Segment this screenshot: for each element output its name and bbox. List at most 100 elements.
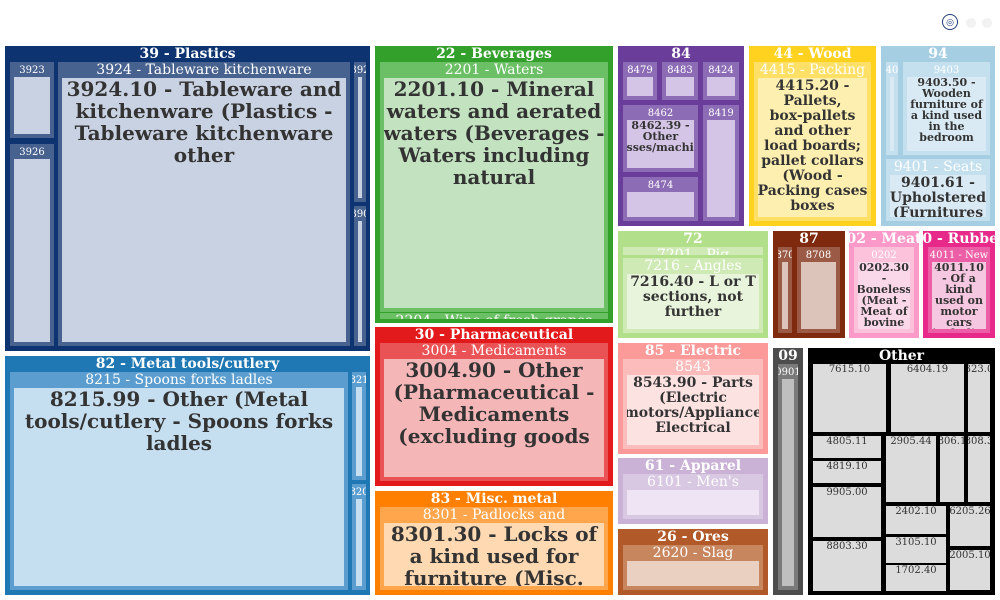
treemap-cell[interactable]: 7615.10 [813, 364, 886, 432]
treemap-cell-label: 6205.26 [949, 506, 990, 517]
treemap-leaf-rect[interactable] [666, 77, 694, 96]
treemap-cell-label: 4805.11 [826, 436, 867, 447]
treemap-cell[interactable]: 40 [886, 62, 899, 155]
treemap-cell[interactable]: 6101 - Men's [623, 474, 763, 519]
treemap-cell-label: 1702.40 [895, 565, 936, 576]
treemap-leaf-rect[interactable] [356, 499, 362, 586]
treemap-group[interactable]: 85 - Electric85438543.90 - Parts (Electri… [618, 343, 768, 454]
treemap-cell-label: 7615.10 [829, 364, 870, 375]
treemap-leaf-rect[interactable] [356, 387, 362, 476]
treemap-leaf-rect[interactable] [801, 262, 836, 329]
treemap-leaf-rect[interactable] [782, 262, 788, 329]
treemap-cell[interactable]: 4805.11 [813, 436, 881, 458]
treemap-cell[interactable]: 820 [349, 484, 368, 590]
treemap-cell-label: 806.1 [938, 436, 967, 447]
treemap-cell[interactable]: 9905.00 [813, 487, 881, 537]
treemap-group[interactable]: 09 0901 [773, 348, 803, 595]
treemap-cell-label: 323.0 [965, 364, 994, 375]
treemap-cell-label: 6101 - Men's [647, 474, 739, 490]
treemap-group[interactable]: 39 - Plastics 3923 3924 - Tableware kitche… [5, 46, 370, 351]
treemap-cell[interactable]: 4011 - New4011.10- Of a kind used on motor c… [927, 247, 991, 340]
treemap-cell[interactable]: 8474 [623, 177, 698, 221]
treemap-cell[interactable]: 8215 - Spoons forks ladles8215.99 - Othe… [10, 372, 348, 590]
treemap-cell[interactable]: 323.0 [965, 364, 994, 432]
treemap-group-label: 84 [671, 46, 691, 62]
treemap-leaf-rect[interactable] [627, 561, 759, 586]
treemap-group[interactable]: Other 7615.10 6404.19 323.0 4805.11 2905.44 80… [808, 348, 995, 595]
treemap-cell[interactable]: 8419 [703, 105, 739, 221]
treemap-leaf-rect[interactable] [14, 77, 50, 134]
treemap-cell[interactable]: 0901 [775, 364, 800, 590]
treemap-group-label: 30 - Pharmaceutical [415, 327, 573, 343]
treemap-group[interactable]: 26 - Ores2620 - Slag [618, 529, 768, 595]
treemap-leaf-rect[interactable] [707, 77, 735, 96]
treemap-leaf-rect[interactable] [14, 159, 50, 342]
treemap-group[interactable]: 848479 8483 842484628462.39 -Other presses/… [606, 46, 744, 226]
treemap-cell[interactable]: 4415 - Packing4415.20 -Pallets, box-palle… [754, 62, 871, 221]
treemap-cell[interactable]: 6404.19 [891, 364, 964, 432]
treemap-group[interactable]: 83 - Misc. metal8301 - Padlocks and8301.… [375, 491, 613, 595]
treemap-cell[interactable]: 870 [775, 247, 794, 333]
treemap-group[interactable]: 727201 - Pig7216 - Angles7216.40 - L or … [618, 231, 768, 338]
treemap-cell[interactable]: 2201 - Waters2201.10 - Mineral waters and… [380, 62, 608, 312]
treemap-cell[interactable]: 85438543.90 - Parts (Electric motors/Appli… [623, 359, 763, 449]
toolbar-ghost-icon [966, 18, 976, 28]
treemap-cell[interactable]: 2402.10 [886, 506, 946, 534]
treemap-group[interactable]: 61 - Apparel6101 - Men's [618, 458, 768, 524]
treemap-group[interactable]: 87 870 8708 [773, 231, 845, 338]
treemap-leaf-rect[interactable] [782, 379, 794, 586]
treemap-cell[interactable]: 8483 [662, 62, 698, 100]
treemap-cell[interactable]: 3924 - Tableware kitchenware3924.10 - Ta… [58, 62, 350, 346]
treemap-leaf-rect[interactable] [627, 77, 653, 96]
treemap-cell[interactable]: 94039403.50 -Wooden furniture of a kind us… [903, 62, 990, 155]
treemap-group[interactable]: 94 40 94039403.50 -Wooden furniture of a kin… [881, 46, 995, 226]
treemap-cell[interactable]: 4819.10 [813, 461, 881, 483]
treemap-cell[interactable]: 9401 - Seats9401.61 -Upholstered (Furnitu… [886, 159, 990, 221]
treemap-cell[interactable]: 821 [349, 372, 368, 480]
treemap-cell[interactable]: 3923 [10, 62, 54, 138]
treemap-group-label: 85 - Electric [645, 343, 741, 359]
treemap-cell[interactable]: 8479 [623, 62, 657, 100]
treemap-group[interactable]: 22 - Beverages2201 - Waters2201.10 - Min… [375, 46, 613, 329]
treemap-cell[interactable]: 8301 - Padlocks and8301.30 - Locks of a k… [380, 507, 608, 590]
treemap-leaf-rect[interactable] [627, 490, 759, 515]
treemap-cell[interactable]: 8803.30 [813, 541, 881, 591]
treemap-cell-label: 4011 - New [930, 250, 989, 261]
treemap-cell[interactable]: 8424 [703, 62, 739, 100]
treemap-cell[interactable]: 2620 - Slag [623, 545, 763, 590]
treemap-cell-label: 8483 [667, 65, 692, 76]
treemap-cell-label: 8215 - Spoons forks ladles [85, 372, 272, 388]
treemap-cell-label: 3004 - Medicaments [422, 343, 567, 359]
treemap-cell[interactable]: 6205.26 [949, 506, 990, 546]
treemap-leaf-rect[interactable] [358, 221, 362, 342]
treemap-leaf-rect[interactable] [627, 192, 694, 217]
treemap-cell-label: 0901 [775, 367, 800, 378]
treemap-cell[interactable]: 3926 [10, 144, 54, 346]
treemap-cell-label: 8708 [806, 250, 831, 261]
treemap-group[interactable]: 44 - Wood4415 - Packing4415.20 -Pallets,… [749, 46, 876, 226]
treemap-cell[interactable]: 1702.40 [886, 565, 946, 591]
treemap-leaf-rect[interactable] [890, 77, 894, 151]
treemap-cell[interactable]: 3105.10 [886, 537, 946, 563]
treemap-cell-label: 8479 [627, 65, 652, 76]
treemap-leaf-rect[interactable] [707, 120, 735, 217]
treemap-cell[interactable]: 3004 - Medicaments3004.90 - Other (Pharma… [380, 343, 608, 481]
toolbar-ghost-icon [982, 18, 992, 28]
treemap-cell[interactable]: 806.1 [938, 436, 967, 502]
treemap-leaf-rect[interactable] [358, 77, 362, 198]
treemap-group[interactable]: 82 - Metal tools/cutlery8215 - Spoons fo… [5, 356, 370, 595]
treemap-group[interactable]: 40 - Rubber4011 - New4011.10- Of a kind us… [913, 231, 1000, 340]
treemap-cell[interactable]: 2905.44 [886, 436, 936, 502]
treemap-cell[interactable]: 2005.10 [949, 550, 990, 590]
treemap-cell-label: 3923 [19, 65, 44, 76]
treemap-cell[interactable]: 8708 [797, 247, 840, 333]
treemap-cell[interactable]: 7216 - Angles7216.40 - L or Tsections, n… [623, 258, 763, 333]
treemap-group[interactable]: 30 - Pharmaceutical3004 - Medicaments300… [375, 327, 613, 486]
camera-icon[interactable]: ◎ [942, 14, 958, 30]
treemap-cell[interactable]: 808.3 [965, 436, 994, 502]
treemap-cell[interactable]: 02020202.30 -Boneless (Meat -Meat of bovine [854, 247, 914, 333]
treemap-cell-label: 2905.44 [890, 436, 931, 447]
chart-toolbar: ◎ [940, 12, 996, 34]
treemap-cell-label: 8419 [708, 108, 733, 119]
treemap-group[interactable]: 02 - Meat02020202.30 -Boneless (Meat -Meat… [847, 231, 923, 338]
